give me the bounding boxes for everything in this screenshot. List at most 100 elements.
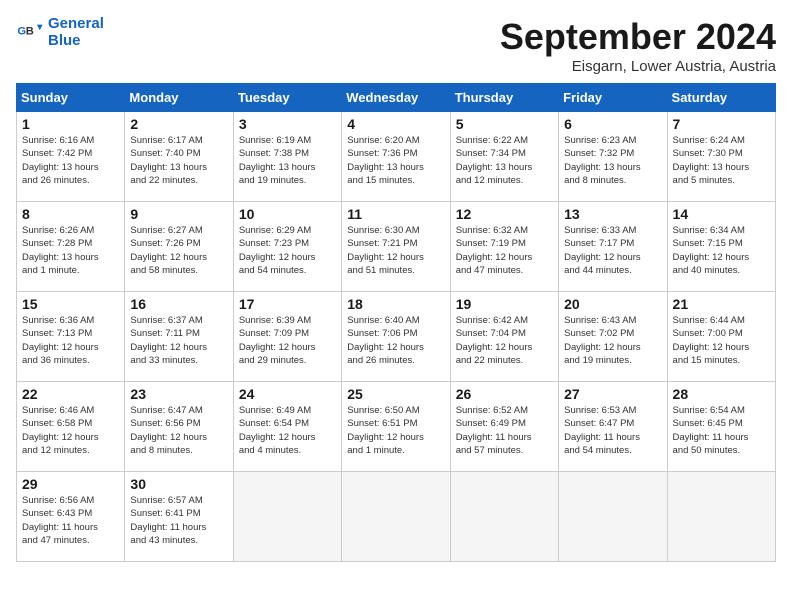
day-info-11: Sunrise: 6:30 AM Sunset: 7:21 PM Dayligh… bbox=[347, 224, 444, 277]
calendar-header-row: Sunday Monday Tuesday Wednesday Thursday… bbox=[17, 84, 776, 112]
day-number-21: 21 bbox=[673, 296, 770, 312]
day-number-20: 20 bbox=[564, 296, 661, 312]
day-number-11: 11 bbox=[347, 206, 444, 222]
calendar-cell-w1-d1: 1 Sunrise: 6:16 AM Sunset: 7:42 PM Daylig… bbox=[17, 112, 125, 202]
day-number-4: 4 bbox=[347, 116, 444, 132]
calendar-cell-w4-d6: 27Sunrise: 6:53 AM Sunset: 6:47 PM Dayli… bbox=[559, 382, 667, 472]
calendar-cell-w3-d4: 18 Sunrise: 6:40 AM Sunset: 7:06 PM Dayli… bbox=[342, 292, 450, 382]
day-number-13: 13 bbox=[564, 206, 661, 222]
day-number-1: 1 bbox=[22, 116, 119, 132]
calendar-cell-w2-d7: 14Sunrise: 6:34 AM Sunset: 7:15 PM Dayli… bbox=[667, 202, 775, 292]
day-info-10: Sunrise: 6:29 AM Sunset: 7:23 PM Dayligh… bbox=[239, 224, 336, 277]
header-saturday: Saturday bbox=[667, 84, 775, 112]
day-info-7: Sunrise: 6:24 AM Sunset: 7:30 PM Dayligh… bbox=[673, 134, 770, 187]
calendar-cell-w3-d2: 16Sunrise: 6:37 AM Sunset: 7:11 PM Dayli… bbox=[125, 292, 233, 382]
calendar-cell-w1-d6: 6 Sunrise: 6:23 AM Sunset: 7:32 PM Daylig… bbox=[559, 112, 667, 202]
day-number-6: 6 bbox=[564, 116, 661, 132]
day-info-4: Sunrise: 6:20 AM Sunset: 7:36 PM Dayligh… bbox=[347, 134, 444, 187]
calendar-cell-w5-d6 bbox=[559, 472, 667, 562]
svg-text:G: G bbox=[17, 25, 26, 37]
calendar-cell-w2-d5: 12Sunrise: 6:32 AM Sunset: 7:19 PM Dayli… bbox=[450, 202, 558, 292]
day-info-18: Sunrise: 6:40 AM Sunset: 7:06 PM Dayligh… bbox=[347, 314, 444, 367]
day-info-5: Sunrise: 6:22 AM Sunset: 7:34 PM Dayligh… bbox=[456, 134, 553, 187]
calendar-cell-w5-d1: 29Sunrise: 6:56 AM Sunset: 6:43 PM Dayli… bbox=[17, 472, 125, 562]
day-info-8: Sunrise: 6:26 AM Sunset: 7:28 PM Dayligh… bbox=[22, 224, 119, 277]
day-info-21: Sunrise: 6:44 AM Sunset: 7:00 PM Dayligh… bbox=[673, 314, 770, 367]
day-number-22: 22 bbox=[22, 386, 119, 402]
day-number-14: 14 bbox=[673, 206, 770, 222]
day-number-2: 2 bbox=[130, 116, 227, 132]
day-info-30: Sunrise: 6:57 AM Sunset: 6:41 PM Dayligh… bbox=[130, 494, 227, 547]
day-info-25: Sunrise: 6:50 AM Sunset: 6:51 PM Dayligh… bbox=[347, 404, 444, 457]
calendar-cell-w4-d2: 23 Sunrise: 6:47 AM Sunset: 6:56 PM Dayli… bbox=[125, 382, 233, 472]
calendar-cell-w2-d4: 11 Sunrise: 6:30 AM Sunset: 7:21 PM Dayli… bbox=[342, 202, 450, 292]
day-number-9: 9 bbox=[130, 206, 227, 222]
day-number-12: 12 bbox=[456, 206, 553, 222]
calendar-cell-w1-d5: 5 Sunrise: 6:22 AM Sunset: 7:34 PM Daylig… bbox=[450, 112, 558, 202]
header-thursday: Thursday bbox=[450, 84, 558, 112]
day-info-15: Sunrise: 6:36 AM Sunset: 7:13 PM Dayligh… bbox=[22, 314, 119, 367]
day-info-17: Sunrise: 6:39 AM Sunset: 7:09 PM Dayligh… bbox=[239, 314, 336, 367]
day-number-26: 26 bbox=[456, 386, 553, 402]
calendar-cell-w5-d5 bbox=[450, 472, 558, 562]
day-number-15: 15 bbox=[22, 296, 119, 312]
day-info-24: Sunrise: 6:49 AM Sunset: 6:54 PM Dayligh… bbox=[239, 404, 336, 457]
calendar-cell-w3-d6: 20 Sunrise: 6:43 AM Sunset: 7:02 PM Dayli… bbox=[559, 292, 667, 382]
header-wednesday: Wednesday bbox=[342, 84, 450, 112]
day-info-28: Sunrise: 6:54 AM Sunset: 6:45 PM Dayligh… bbox=[673, 404, 770, 457]
month-title: September 2024 bbox=[500, 16, 776, 58]
day-number-30: 30 bbox=[130, 476, 227, 492]
calendar-cell-w4-d3: 24 Sunrise: 6:49 AM Sunset: 6:54 PM Dayli… bbox=[233, 382, 341, 472]
day-number-24: 24 bbox=[239, 386, 336, 402]
day-info-26: Sunrise: 6:52 AM Sunset: 6:49 PM Dayligh… bbox=[456, 404, 553, 457]
calendar-cell-w5-d3 bbox=[233, 472, 341, 562]
day-info-2: Sunrise: 6:17 AM Sunset: 7:40 PM Dayligh… bbox=[130, 134, 227, 187]
day-number-23: 23 bbox=[130, 386, 227, 402]
day-number-10: 10 bbox=[239, 206, 336, 222]
calendar-cell-w4-d7: 28 Sunrise: 6:54 AM Sunset: 6:45 PM Dayli… bbox=[667, 382, 775, 472]
calendar-row-3: 15 Sunrise: 6:36 AM Sunset: 7:13 PM Dayli… bbox=[17, 292, 776, 382]
day-number-7: 7 bbox=[673, 116, 770, 132]
logo-icon: G B bbox=[16, 19, 44, 47]
calendar-cell-w3-d3: 17 Sunrise: 6:39 AM Sunset: 7:09 PM Dayli… bbox=[233, 292, 341, 382]
day-info-22: Sunrise: 6:46 AM Sunset: 6:58 PM Dayligh… bbox=[22, 404, 119, 457]
day-number-17: 17 bbox=[239, 296, 336, 312]
day-info-1: Sunrise: 6:16 AM Sunset: 7:42 PM Dayligh… bbox=[22, 134, 119, 187]
day-number-27: 27 bbox=[564, 386, 661, 402]
title-block: September 2024 Eisgarn, Lower Austria, A… bbox=[500, 16, 776, 75]
day-number-19: 19 bbox=[456, 296, 553, 312]
logo-text: General bbox=[48, 16, 104, 33]
calendar-row-4: 22 Sunrise: 6:46 AM Sunset: 6:58 PM Dayli… bbox=[17, 382, 776, 472]
calendar-cell-w2-d2: 9 Sunrise: 6:27 AM Sunset: 7:26 PM Daylig… bbox=[125, 202, 233, 292]
location-subtitle: Eisgarn, Lower Austria, Austria bbox=[500, 58, 776, 75]
day-number-25: 25 bbox=[347, 386, 444, 402]
day-number-3: 3 bbox=[239, 116, 336, 132]
day-info-20: Sunrise: 6:43 AM Sunset: 7:02 PM Dayligh… bbox=[564, 314, 661, 367]
day-info-6: Sunrise: 6:23 AM Sunset: 7:32 PM Dayligh… bbox=[564, 134, 661, 187]
header-friday: Friday bbox=[559, 84, 667, 112]
day-info-29: Sunrise: 6:56 AM Sunset: 6:43 PM Dayligh… bbox=[22, 494, 119, 547]
calendar-cell-w3-d5: 19 Sunrise: 6:42 AM Sunset: 7:04 PM Dayli… bbox=[450, 292, 558, 382]
calendar-cell-w3-d1: 15 Sunrise: 6:36 AM Sunset: 7:13 PM Dayli… bbox=[17, 292, 125, 382]
calendar-table: Sunday Monday Tuesday Wednesday Thursday… bbox=[16, 83, 776, 562]
page-header: G B General Blue September 2024 Eisgarn,… bbox=[16, 16, 776, 75]
day-number-28: 28 bbox=[673, 386, 770, 402]
day-info-9: Sunrise: 6:27 AM Sunset: 7:26 PM Dayligh… bbox=[130, 224, 227, 277]
header-monday: Monday bbox=[125, 84, 233, 112]
calendar-cell-w4-d5: 26 Sunrise: 6:52 AM Sunset: 6:49 PM Dayli… bbox=[450, 382, 558, 472]
calendar-cell-w2-d6: 13 Sunrise: 6:33 AM Sunset: 7:17 PM Dayli… bbox=[559, 202, 667, 292]
calendar-cell-w1-d2: 2 Sunrise: 6:17 AM Sunset: 7:40 PM Daylig… bbox=[125, 112, 233, 202]
day-number-18: 18 bbox=[347, 296, 444, 312]
calendar-row-1: 1 Sunrise: 6:16 AM Sunset: 7:42 PM Daylig… bbox=[17, 112, 776, 202]
logo: G B General Blue bbox=[16, 16, 104, 49]
day-info-13: Sunrise: 6:33 AM Sunset: 7:17 PM Dayligh… bbox=[564, 224, 661, 277]
day-info-19: Sunrise: 6:42 AM Sunset: 7:04 PM Dayligh… bbox=[456, 314, 553, 367]
calendar-cell-w5-d2: 30 Sunrise: 6:57 AM Sunset: 6:41 PM Dayli… bbox=[125, 472, 233, 562]
day-number-5: 5 bbox=[456, 116, 553, 132]
calendar-row-5: 29Sunrise: 6:56 AM Sunset: 6:43 PM Dayli… bbox=[17, 472, 776, 562]
calendar-cell-w4-d4: 25 Sunrise: 6:50 AM Sunset: 6:51 PM Dayli… bbox=[342, 382, 450, 472]
day-info-23: Sunrise: 6:47 AM Sunset: 6:56 PM Dayligh… bbox=[130, 404, 227, 457]
day-info-3: Sunrise: 6:19 AM Sunset: 7:38 PM Dayligh… bbox=[239, 134, 336, 187]
svg-text:B: B bbox=[26, 25, 34, 37]
day-number-16: 16 bbox=[130, 296, 227, 312]
